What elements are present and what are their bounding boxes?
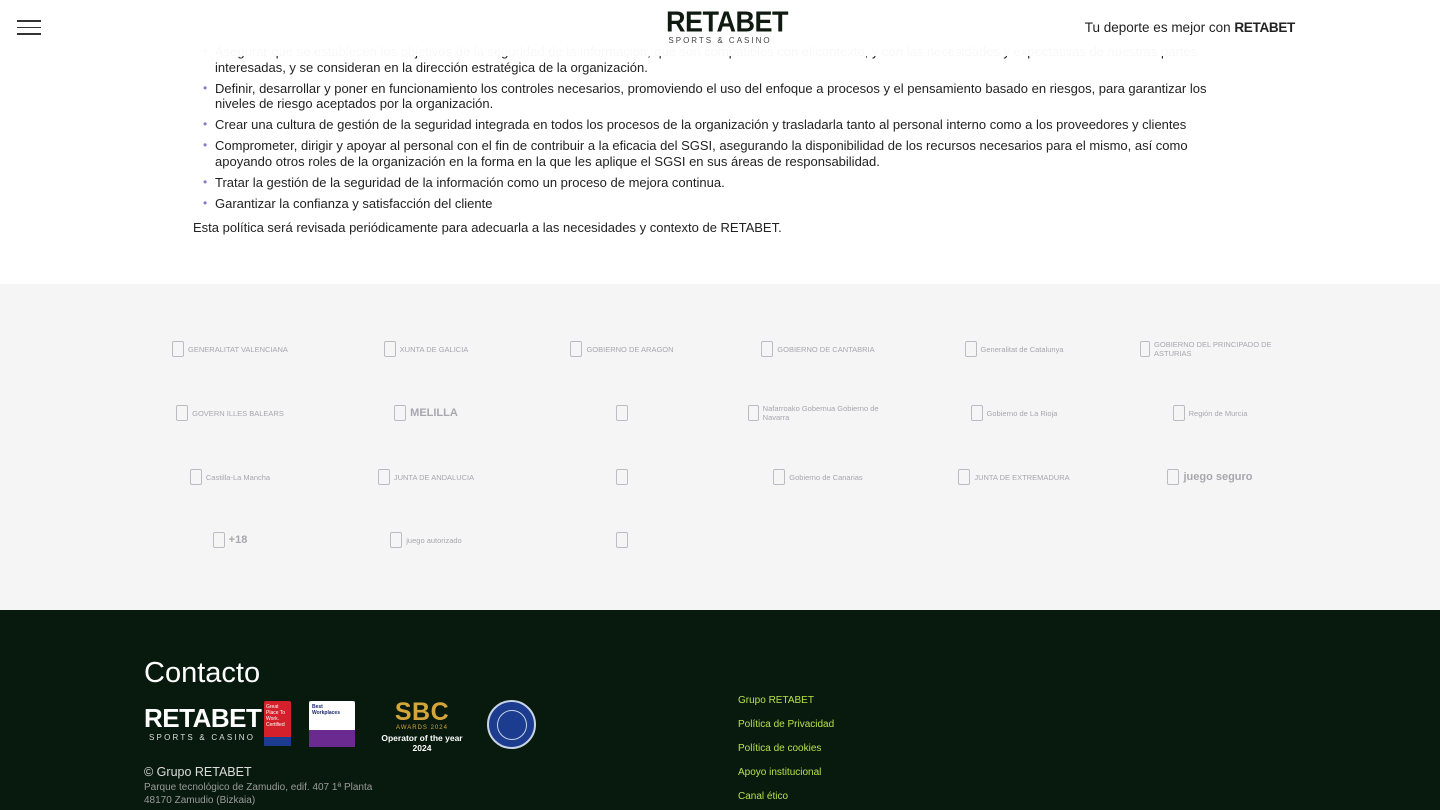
emblem-icon [773, 469, 786, 485]
logo-text: GOBIERNO DE ARAGON [586, 344, 674, 354]
logo-text: Generalitat de Catalunya [980, 344, 1064, 354]
logo-text: Gobierno de Canarias [789, 472, 863, 482]
gobierno-de-aragon-logo: GOBIERNO DE ARAGON [552, 335, 692, 363]
emblem-icon [176, 405, 189, 421]
emblem-icon [570, 341, 583, 357]
region-de-murcia-logo: Región de Murcia [1140, 399, 1280, 427]
emblem-icon [964, 341, 977, 357]
junta-de-andalucia-logo: JUNTA DE ANDALUCIA [356, 463, 496, 491]
logo-text: +18 [228, 534, 248, 546]
emblem-icon [761, 341, 774, 357]
footer-retabet-logo: RETABET SPORTS & CASINO [144, 703, 262, 742]
footer-link-grupo-retabet[interactable]: Grupo RETABET [738, 695, 834, 708]
policy-item: Comprometer, dirigir y apoyar al persona… [203, 138, 1245, 169]
footer-title: Contacto [144, 657, 261, 689]
comunidad-de-madrid-logo [552, 463, 692, 491]
policy-closing: Esta política será revisada periódicamen… [193, 220, 782, 235]
policy-item: Definir, desarrollar y poner en funciona… [203, 81, 1245, 112]
emblem-icon [394, 405, 407, 421]
policy-list: Asegurar que se establecen los objetivos… [203, 44, 1245, 217]
emblem-icon [958, 469, 971, 485]
emblem-icon [377, 469, 390, 485]
sbc-awards-label: AWARDS 2024 [396, 725, 448, 731]
juego-seguro-logo: juego seguro [1140, 463, 1280, 491]
logo-text: GOVERN ILLES BALEARS [192, 408, 284, 418]
emblem-icon [970, 405, 983, 421]
footer-link-canal-etico[interactable]: Canal ético [738, 791, 834, 804]
logo-text: juego autorizado [406, 535, 462, 545]
logo-text: Castilla-La Mancha [205, 472, 271, 482]
juego-autorizado-logo: juego autorizado [356, 526, 496, 554]
tagline-brand: RETABET [1234, 20, 1295, 35]
footer-link-cookies[interactable]: Política de cookies [738, 743, 834, 756]
emblem-icon [616, 405, 628, 421]
emblem-icon [1140, 341, 1151, 357]
logo-text: GOBIERNO DE CANTABRIA [777, 344, 875, 354]
ceuta-logo [552, 399, 692, 427]
autoprohibicion-logo [552, 526, 692, 554]
logo-text: GOBIERNO DEL PRINCIPADO DE ASTURIAS [1154, 340, 1272, 358]
footer-link-privacidad[interactable]: Política de Privacidad [738, 719, 834, 732]
xunta-de-galicia-logo: XUNTA DE GALICIA [356, 335, 496, 363]
logo-text: MELILLA [410, 407, 458, 419]
emblem-icon [1167, 469, 1180, 485]
logo-text: GENERALITAT VALENCIANA [188, 344, 288, 354]
logo-text: juego seguro [1183, 471, 1253, 483]
address: Parque tecnológico de Zamudio, edif. 407… [144, 782, 373, 806]
gobierno-de-navarra-logo: Nafarroako Gobernua Gobierno de Navarra [748, 399, 888, 427]
gobierno-de-canarias-logo: Gobierno de Canarias [748, 463, 888, 491]
great-place-to-work-badge: Great Place To Work. Certified [264, 701, 291, 746]
gobierno-de-cantabria-logo: GOBIERNO DE CANTABRIA [748, 335, 888, 363]
logo-text: Nafarroako Gobernua Gobierno de Navarra [762, 404, 879, 422]
footer-logo-subtitle: SPORTS & CASINO [149, 733, 256, 742]
logo-text: JUNTA DE EXTREMADURA [974, 472, 1070, 482]
policy-item: Crear una cultura de gestión de la segur… [203, 117, 1245, 133]
generalitat-de-catalunya-logo: Generalitat de Catalunya [944, 335, 1084, 363]
gobierno-illes-balears-logo: GOVERN ILLES BALEARS [160, 399, 300, 427]
gobierno-del-principado-de-asturias-logo: GOBIERNO DEL PRINCIPADO DE ASTURIAS [1140, 335, 1280, 363]
emblem-icon [1172, 405, 1185, 421]
sbc-operator-label: Operator of the year 2024 [381, 733, 463, 753]
footer-logo-wordmark: RETABET [144, 703, 262, 733]
emblem-icon [616, 469, 628, 485]
copyright: © Grupo RETABET [144, 765, 252, 779]
plus-18-logo: +18 [160, 526, 300, 554]
emblem-icon [189, 469, 202, 485]
junta-de-extremadura-logo: JUNTA DE EXTREMADURA [944, 463, 1084, 491]
gobierno-de-la-rioja-logo: Gobierno de La Rioja [944, 399, 1084, 427]
logo-text: Gobierno de La Rioja [986, 408, 1058, 418]
logo-wordmark: RETABET [666, 6, 789, 38]
sbc-awards-badge: SBC AWARDS 2024 Operator of the year 202… [374, 698, 470, 754]
institutional-logos-section: GENERALITAT VALENCIANA XUNTA DE GALICIA GO… [0, 284, 1440, 610]
emblem-icon [390, 532, 403, 548]
header-tagline: Tu deporte es mejor con RETABET [1084, 20, 1296, 35]
responsible-gaming-seal-icon [487, 700, 536, 749]
retabet-logo[interactable]: RETABET SPORTS & CASINO [666, 6, 789, 45]
site-header: RETABET SPORTS & CASINO Tu deporte es me… [0, 0, 1440, 56]
logo-text: XUNTA DE GALICIA [399, 344, 469, 354]
logo-text: JUNTA DE ANDALUCIA [393, 472, 475, 482]
sbc-title: SBC [394, 698, 450, 726]
generalitat-valenciana-logo: GENERALITAT VALENCIANA [160, 335, 300, 363]
emblem-icon [748, 405, 759, 421]
footer-link-apoyo-institucional[interactable]: Apoyo institucional [738, 767, 834, 780]
policy-item: Tratar la gestión de la seguridad de la … [203, 175, 1245, 191]
emblem-icon [212, 532, 225, 548]
site-footer: Contacto RETABET SPORTS & CASINO Great P… [0, 610, 1440, 810]
menu-icon[interactable] [17, 20, 41, 36]
ciudad-autonoma-melilla-logo: MELILLA [356, 399, 496, 427]
best-workplaces-badge: Best Workplaces [309, 701, 355, 747]
emblem-icon [616, 532, 628, 548]
policy-item: Garantizar la confianza y satisfacción d… [203, 196, 1245, 212]
castilla-la-mancha-logo: Castilla-La Mancha [160, 463, 300, 491]
emblem-icon [383, 341, 396, 357]
emblem-icon [172, 341, 185, 357]
logo-text: Región de Murcia [1188, 408, 1248, 418]
footer-links: Grupo RETABET Política de Privacidad Pol… [738, 695, 834, 810]
